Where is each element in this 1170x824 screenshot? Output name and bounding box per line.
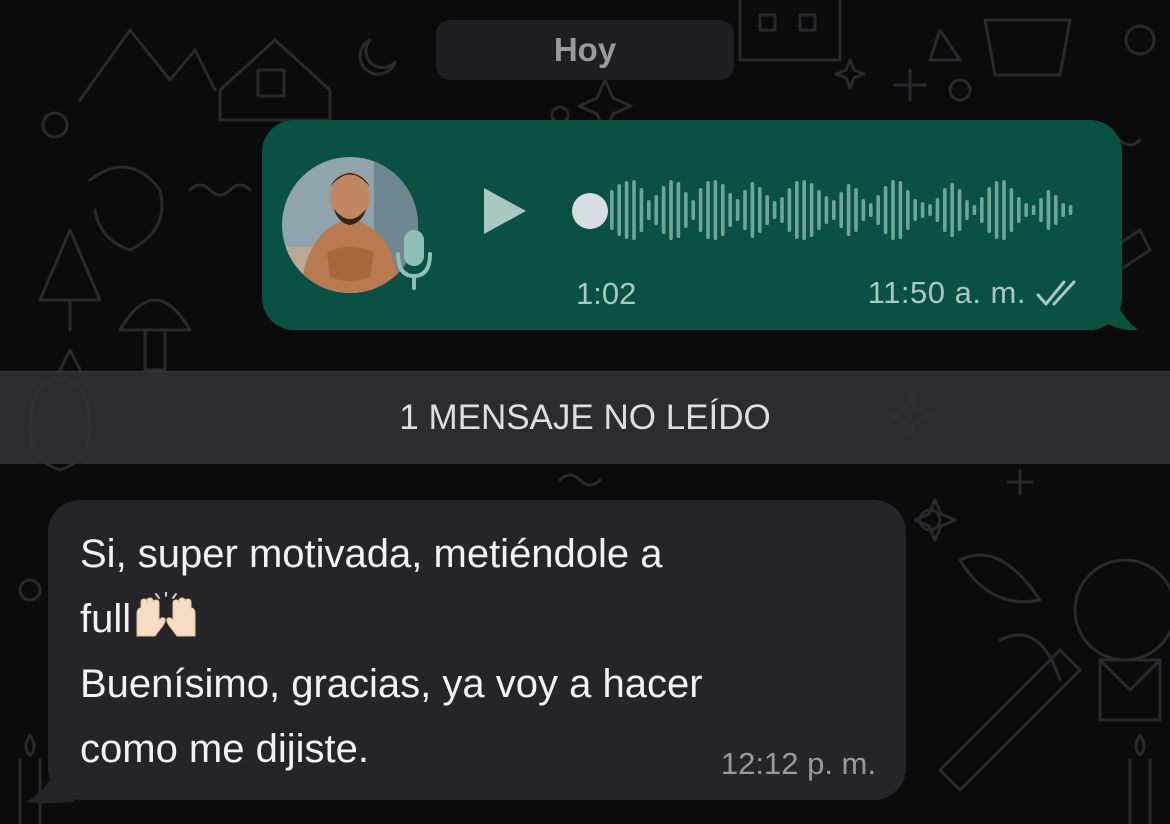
waveform-bar xyxy=(647,200,651,220)
waveform-bar xyxy=(691,200,695,220)
waveform-bar xyxy=(943,188,947,232)
waveform-bar xyxy=(883,186,888,234)
waveform-bar xyxy=(1024,203,1028,217)
waveform-bar xyxy=(1031,205,1036,215)
incoming-text-message[interactable]: Si, super motivada, metiéndole a full Bu… xyxy=(48,500,906,800)
waveform-bar xyxy=(750,182,755,238)
message-line: Si, super motivada, metiéndole a xyxy=(80,532,663,576)
waveform-bar xyxy=(928,204,932,216)
play-icon[interactable] xyxy=(480,184,530,238)
waveform-bar xyxy=(891,180,895,240)
playback-scrubber[interactable] xyxy=(572,193,608,229)
voice-duration: 1:02 xyxy=(576,276,637,311)
audio-waveform[interactable] xyxy=(606,170,1076,250)
waveform-bar xyxy=(1002,180,1006,240)
waveform-bar xyxy=(795,181,799,239)
waveform-bar xyxy=(743,190,747,230)
waveform-bar xyxy=(965,200,969,220)
waveform-bar xyxy=(920,202,925,218)
waveform-bar xyxy=(610,190,614,230)
waveform-bar xyxy=(721,184,725,236)
waveform-bar xyxy=(624,181,629,239)
waveform-bar xyxy=(787,188,792,232)
double-check-icon xyxy=(1036,280,1076,306)
waveform-bar xyxy=(780,197,784,223)
waveform-bar xyxy=(728,193,732,227)
waveform-bar xyxy=(869,203,873,217)
chat-view: Hoy 1:02 11:50 a. m. 1 MENSAJE NO LEÍDO … xyxy=(0,0,1170,824)
waveform-bar xyxy=(735,199,740,221)
waveform-bar xyxy=(1017,197,1021,223)
waveform-bar xyxy=(802,180,806,240)
waveform-bar xyxy=(1039,198,1043,222)
waveform-bar xyxy=(1068,205,1073,215)
waveform-bar xyxy=(684,192,688,228)
waveform-bar xyxy=(913,199,917,221)
waveform-bar xyxy=(698,188,703,232)
waveform-bar xyxy=(654,195,658,225)
waveform-bar xyxy=(980,197,984,223)
incoming-message-time: 12:12 p. m. xyxy=(720,746,876,781)
waveform-bar xyxy=(876,195,880,225)
waveform-bar xyxy=(832,200,836,220)
message-line: Buenísimo, gracias, ya voy a hacer xyxy=(80,662,703,706)
waveform-bar xyxy=(758,187,762,233)
unread-messages-banner: 1 MENSAJE NO LEÍDO xyxy=(0,371,1170,464)
waveform-bar xyxy=(1054,195,1058,225)
voice-message-time: 11:50 a. m. xyxy=(867,275,1026,310)
waveform-bar xyxy=(706,181,710,239)
waveform-bar xyxy=(854,188,858,232)
waveform-bar xyxy=(846,184,851,236)
waveform-bar xyxy=(1046,190,1051,230)
message-line-text: full xyxy=(80,597,132,641)
voice-message-meta: 11:50 a. m. xyxy=(868,275,1084,311)
raising-hands-icon xyxy=(136,592,196,637)
waveform-bar xyxy=(1009,188,1014,232)
waveform-bar xyxy=(898,181,903,239)
outgoing-bubble-tail xyxy=(1090,270,1138,331)
waveform-bar xyxy=(713,180,718,240)
waveform-bar xyxy=(632,180,636,240)
waveform-bar xyxy=(906,190,910,230)
waveform-bar xyxy=(765,195,769,225)
date-chip: Hoy xyxy=(436,20,734,80)
waveform-bar xyxy=(824,196,829,224)
waveform-bar xyxy=(661,186,666,234)
message-line: full xyxy=(80,587,880,652)
waveform-bar xyxy=(809,183,814,237)
microphone-icon xyxy=(396,230,432,290)
message-body: Si, super motivada, metiéndole a full Bu… xyxy=(80,522,880,782)
outgoing-voice-message[interactable]: 1:02 11:50 a. m. xyxy=(262,120,1122,330)
waveform-bar xyxy=(817,190,821,230)
waveform-bar xyxy=(957,189,962,231)
waveform-bar xyxy=(987,187,991,233)
waveform-bar xyxy=(935,198,940,222)
waveform-bar xyxy=(950,183,954,237)
waveform-bar xyxy=(861,199,866,221)
waveform-bar xyxy=(772,201,777,219)
date-chip-label: Hoy xyxy=(553,31,617,68)
waveform-bar xyxy=(839,192,843,228)
waveform-bar xyxy=(676,182,681,238)
unread-messages-label: 1 MENSAJE NO LEÍDO xyxy=(399,398,771,437)
waveform-bar xyxy=(994,181,999,239)
waveform-bar xyxy=(639,188,644,232)
waveform-bar xyxy=(617,184,621,236)
waveform-bar xyxy=(972,205,977,215)
waveform-bar xyxy=(669,180,673,240)
waveform-bar xyxy=(1061,203,1065,217)
